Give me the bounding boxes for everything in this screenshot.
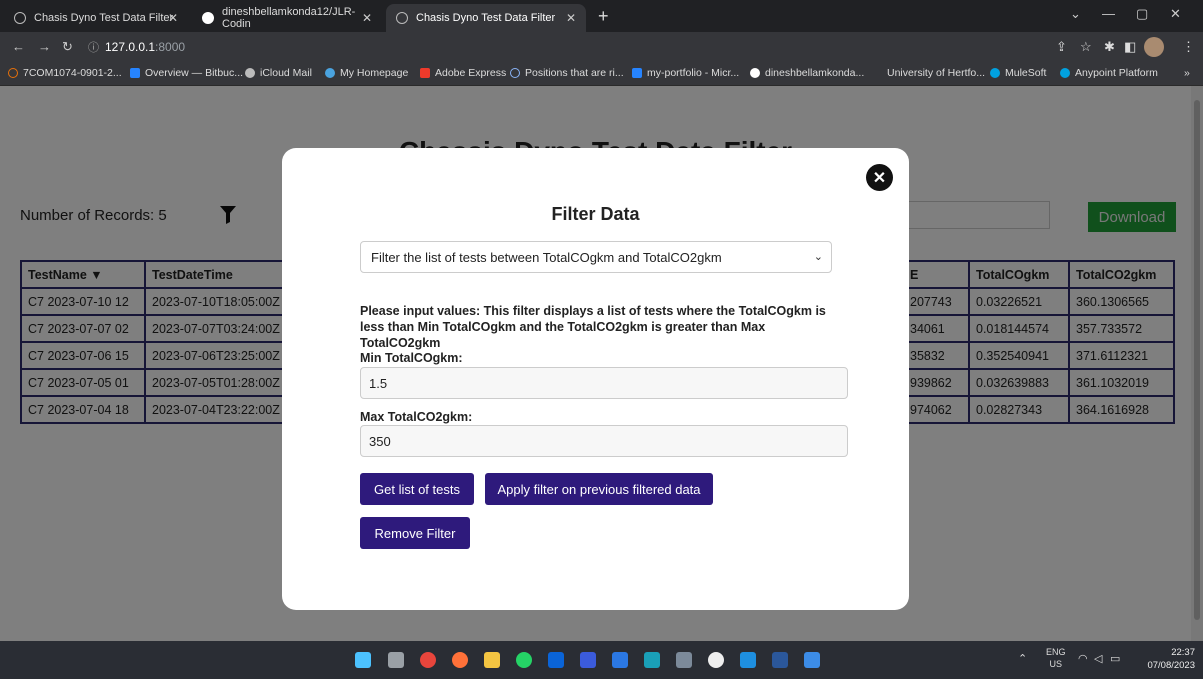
bookmark-item[interactable]: 7COM1074-0901-2... <box>8 67 122 79</box>
app-icon[interactable] <box>708 652 724 668</box>
apple-icon <box>245 68 255 78</box>
menu-kebab-icon[interactable]: ⋮ <box>1182 39 1195 55</box>
positions-icon <box>510 68 520 78</box>
min-totalcogkm-label: Min TotalCOgkm: <box>360 351 463 365</box>
tab-title: dineshbellamkonda12/JLR-Codin <box>222 6 356 30</box>
chevron-down-icon[interactable]: ⌄ <box>1070 6 1081 22</box>
anypoint-icon <box>1060 68 1070 78</box>
chevron-up-icon[interactable]: ⌃ <box>1018 652 1027 665</box>
min-totalcogkm-input[interactable]: 1.5 <box>360 367 848 399</box>
bookmarks-bar: 7COM1074-0901-2... Overview — Bitbuc... … <box>0 62 1203 86</box>
max-totalco2gkm-label: Max TotalCO2gkm: <box>360 410 473 424</box>
browser-toolbar: ← → ↻ ⓘ 127.0.0.1 :8000 ⇪ ☆ ✱ ◧ ⋮ <box>0 32 1203 62</box>
bookmark-item[interactable]: Adobe Express <box>420 67 506 79</box>
browser-tab-strip: Chasis Dyno Test Data Filter ✕ dineshbel… <box>0 0 1203 32</box>
bookmark-item[interactable]: Overview — Bitbuc... <box>130 67 243 79</box>
file-explorer-icon[interactable] <box>484 652 500 668</box>
max-totalco2gkm-input[interactable]: 350 <box>360 425 848 457</box>
taskbar-clock[interactable]: 22:37 07/08/2023 <box>1147 646 1195 672</box>
notepad-icon[interactable] <box>804 652 820 668</box>
globe-icon <box>14 12 26 24</box>
language-indicator[interactable]: ENG US <box>1046 646 1066 670</box>
get-list-button[interactable]: Get list of tests <box>360 473 474 505</box>
word-icon[interactable] <box>772 652 788 668</box>
bookmark-item[interactable]: University of Hertfo... <box>887 67 985 79</box>
close-icon[interactable]: ✕ <box>566 11 576 25</box>
filter-instructions: Please input values: This filter display… <box>360 304 826 350</box>
azure-icon <box>632 68 642 78</box>
reload-icon[interactable]: ↻ <box>62 39 73 55</box>
filter-type-value: Filter the list of tests between TotalCO… <box>371 249 722 265</box>
store-icon[interactable] <box>612 652 628 668</box>
window-close-icon[interactable]: ✕ <box>1170 6 1181 22</box>
outlook-icon[interactable] <box>548 652 564 668</box>
bookmark-star-icon[interactable]: ☆ <box>1080 39 1092 55</box>
whatsapp-icon[interactable] <box>516 652 532 668</box>
browser-tab[interactable]: Chasis Dyno Test Data Filter ✕ <box>4 4 188 32</box>
vscode-icon[interactable] <box>740 652 756 668</box>
forward-icon[interactable]: → <box>38 39 51 54</box>
globe-icon <box>396 12 408 24</box>
bookmark-item[interactable]: My Homepage <box>325 67 408 79</box>
tab-title: Chasis Dyno Test Data Filter <box>416 12 556 24</box>
filter-type-select[interactable]: Filter the list of tests between TotalCO… <box>360 241 832 273</box>
windows-start-icon[interactable] <box>355 652 371 668</box>
firefox-icon[interactable] <box>452 652 468 668</box>
back-icon[interactable]: ← <box>12 39 25 54</box>
bookmarks-overflow-icon[interactable]: » <box>1184 67 1190 79</box>
app-icon[interactable] <box>644 652 660 668</box>
share-icon[interactable]: ⇪ <box>1056 39 1067 55</box>
bookmark-item[interactable]: MuleSoft <box>990 67 1046 79</box>
browser-tab-active[interactable]: Chasis Dyno Test Data Filter ✕ <box>386 4 586 32</box>
address-port: :8000 <box>155 40 186 54</box>
app-icon[interactable] <box>676 652 692 668</box>
address-host: 127.0.0.1 <box>105 40 156 54</box>
github-icon <box>750 68 760 78</box>
close-icon: ✕ <box>872 169 887 187</box>
close-icon[interactable]: ✕ <box>362 11 372 25</box>
chrome-icon[interactable] <box>420 652 436 668</box>
sidepanel-icon[interactable]: ◧ <box>1124 39 1136 55</box>
close-icon[interactable]: ✕ <box>168 11 178 25</box>
wifi-icon[interactable]: ◠ <box>1078 652 1088 665</box>
bookmark-item[interactable]: Anypoint Platform <box>1060 67 1158 79</box>
minimize-icon[interactable]: — <box>1102 6 1115 21</box>
homepage-icon <box>325 68 335 78</box>
volume-icon[interactable]: ◁ <box>1094 652 1102 665</box>
adobe-icon <box>420 68 430 78</box>
modal-title: Filter Data <box>551 204 640 224</box>
task-view-icon[interactable] <box>388 652 404 668</box>
filter-modal: ✕ Filter Data Filter the list of tests b… <box>282 148 909 610</box>
bookmark-item[interactable]: Positions that are ri... <box>510 67 624 79</box>
browser-tab[interactable]: dineshbellamkonda12/JLR-Codin ✕ <box>192 4 382 32</box>
app-icon[interactable] <box>580 652 596 668</box>
tab-title: Chasis Dyno Test Data Filter <box>34 12 174 24</box>
close-modal-button[interactable]: ✕ <box>866 164 893 191</box>
windows-taskbar: ⌃ ENG US ◠ ◁ ▭ 22:37 07/08/2023 <box>0 641 1203 679</box>
restore-icon[interactable]: ▢ <box>1136 6 1148 22</box>
bitbucket-icon <box>130 68 140 78</box>
battery-icon[interactable]: ▭ <box>1110 652 1120 665</box>
remove-filter-button[interactable]: Remove Filter <box>360 517 470 549</box>
apply-previous-filter-button[interactable]: Apply filter on previous filtered data <box>485 473 713 505</box>
extensions-icon[interactable]: ✱ <box>1104 39 1115 55</box>
github-icon <box>202 12 214 24</box>
bookmark-item[interactable]: my-portfolio - Micr... <box>632 67 739 79</box>
profile-avatar[interactable] <box>1144 37 1164 57</box>
address-bar[interactable]: ⓘ 127.0.0.1 :8000 <box>88 36 1108 58</box>
bookmark-icon <box>8 68 18 78</box>
mulesoft-icon <box>990 68 1000 78</box>
chevron-down-icon: ⌄ <box>813 251 823 263</box>
new-tab-icon[interactable]: + <box>598 6 609 27</box>
bookmark-item[interactable]: iCloud Mail <box>245 67 312 79</box>
bookmark-item[interactable]: dineshbellamkonda... <box>750 67 864 79</box>
info-icon[interactable]: ⓘ <box>88 39 99 55</box>
